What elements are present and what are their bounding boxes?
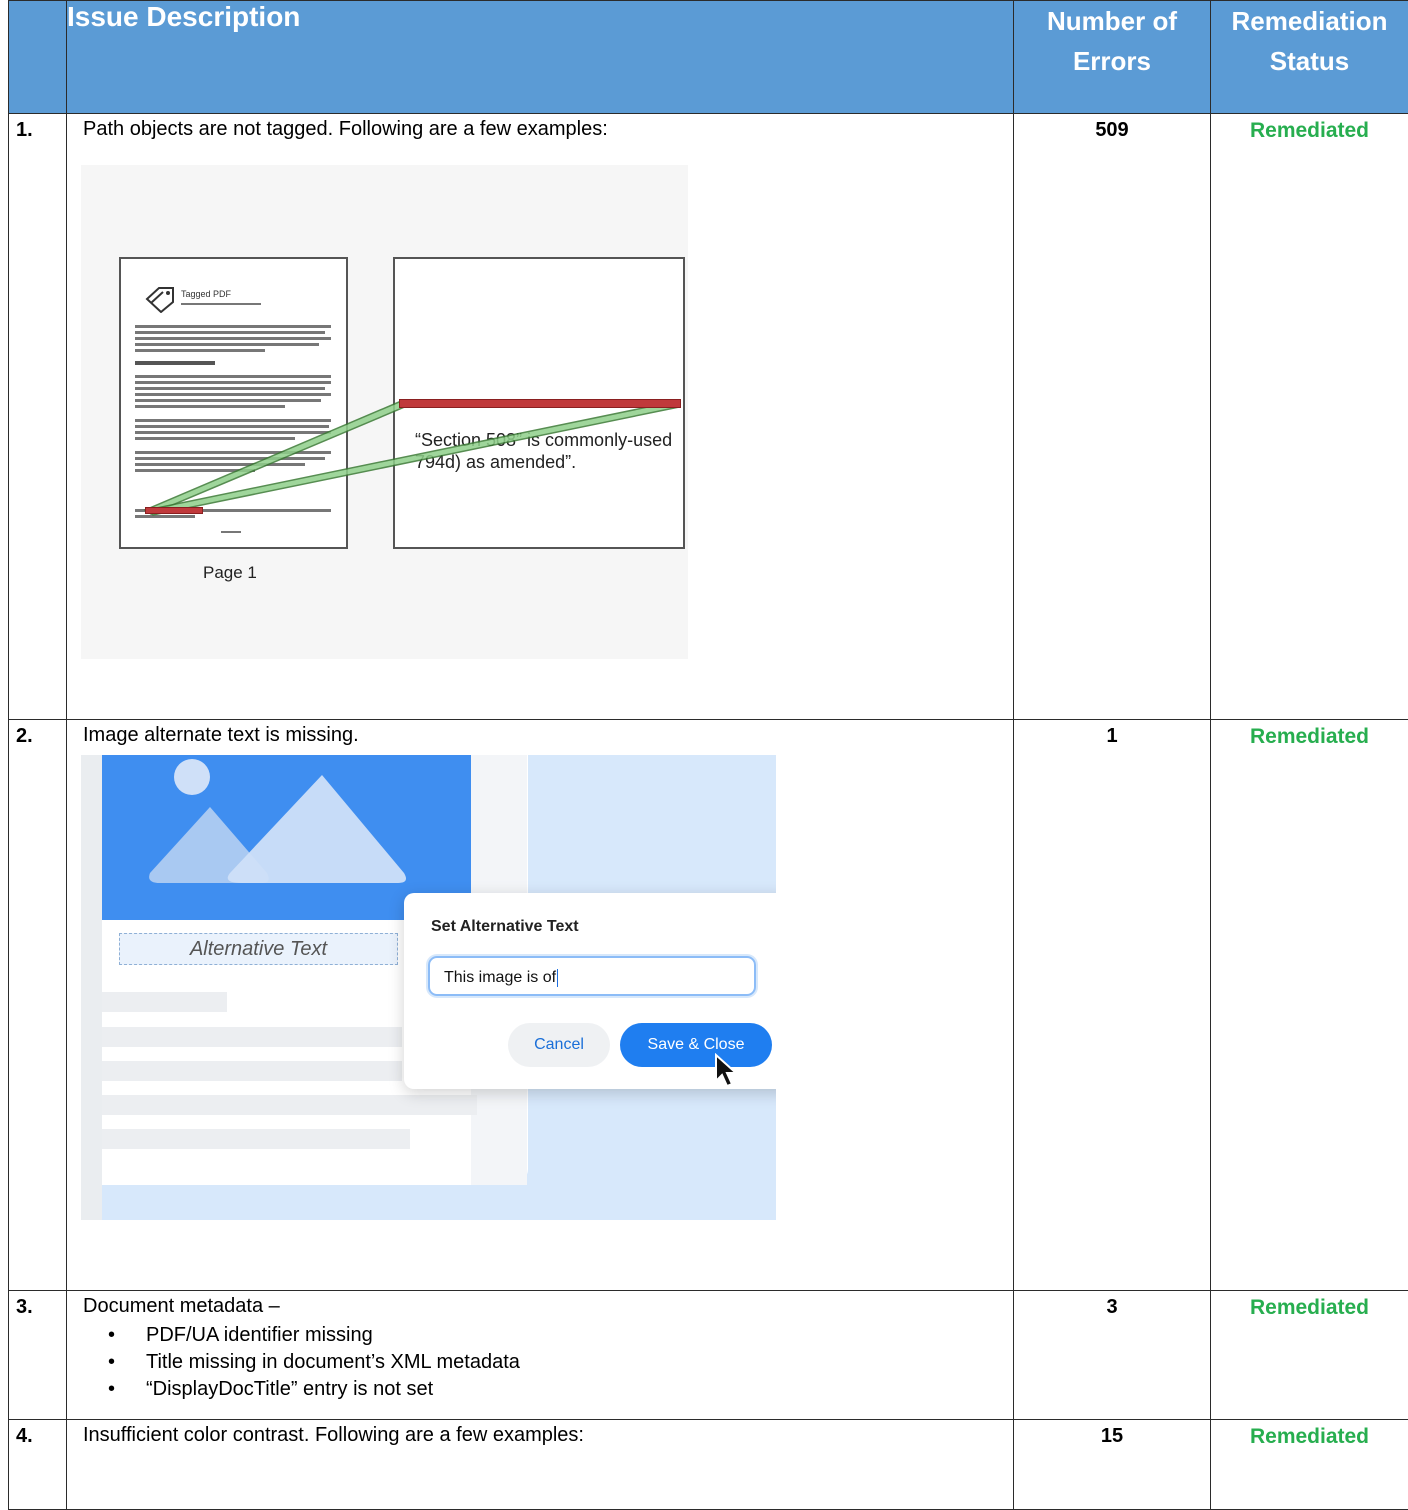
row-number: 3.: [9, 1291, 67, 1420]
highlighted-path-thumbnail: [145, 507, 203, 514]
issue-description: Image alternate text is missing.: [83, 724, 1013, 747]
issue-description: Path objects are not tagged. Following a…: [83, 118, 1013, 141]
path-highlight-connectors: [81, 165, 688, 659]
header-row: Issue Description Number of Errors Remed…: [9, 1, 1408, 114]
error-count: 3: [1014, 1291, 1211, 1420]
editor-sidebar: [81, 755, 102, 1220]
header-issue-description: Issue Description: [67, 1, 1014, 114]
path-objects-example-image: Tagged PDF: [81, 165, 688, 659]
alternative-text-label: Alternative Text: [119, 933, 398, 965]
text-caret: [557, 969, 558, 987]
placeholder-line: [102, 1061, 402, 1081]
issue-cell: Path objects are not tagged. Following a…: [67, 114, 1014, 720]
row-number: 2.: [9, 720, 67, 1291]
issues-table: Issue Description Number of Errors Remed…: [8, 0, 1408, 1510]
header-count-line2: Errors: [1014, 41, 1210, 81]
table-row: 1. Path objects are not tagged. Followin…: [9, 114, 1408, 720]
error-count: 15: [1014, 1420, 1211, 1510]
alt-text-input[interactable]: This image is of: [428, 956, 756, 996]
dialog-title: Set Alternative Text: [431, 918, 579, 936]
list-item: Title missing in document’s XML metadata: [146, 1349, 1013, 1376]
issue-description: Insufficient color contrast. Following a…: [83, 1424, 1013, 1447]
remediation-status: Remediated: [1211, 720, 1408, 1291]
alt-text-example-image: Alternative Text Set Alternative Text Th…: [81, 755, 776, 1220]
page-label: Page 1: [203, 563, 257, 583]
alt-text-input-value: This image is of: [444, 969, 556, 986]
issue-description: Document metadata –: [83, 1295, 1013, 1318]
header-number: [9, 1, 67, 114]
save-and-close-button[interactable]: Save & Close: [620, 1023, 772, 1067]
metadata-issue-list: PDF/UA identifier missing Title missing …: [83, 1322, 1013, 1403]
list-item: PDF/UA identifier missing: [146, 1322, 1013, 1349]
row-number: 1.: [9, 114, 67, 720]
issue-cell: Image alternate text is missing. Alterna…: [67, 720, 1014, 1291]
header-remediation-status: Remediation Status: [1211, 1, 1408, 114]
placeholder-line: [102, 1095, 477, 1115]
header-status-line2: Status: [1211, 41, 1408, 81]
header-count-line1: Number of: [1014, 1, 1210, 41]
issue-cell: Document metadata – PDF/UA identifier mi…: [67, 1291, 1014, 1420]
error-count: 509: [1014, 114, 1211, 720]
table-row: 4. Insufficient color contrast. Followin…: [9, 1420, 1408, 1510]
list-item: “DisplayDocTitle” entry is not set: [146, 1376, 1013, 1403]
issue-cell: Insufficient color contrast. Following a…: [67, 1420, 1014, 1510]
placeholder-line: [102, 1129, 410, 1149]
header-number-of-errors: Number of Errors: [1014, 1, 1211, 114]
table-row: 2. Image alternate text is missing. Alte: [9, 720, 1408, 1291]
remediation-status: Remediated: [1211, 1420, 1408, 1510]
remediation-status: Remediated: [1211, 114, 1408, 720]
header-status-line1: Remediation: [1211, 1, 1408, 41]
highlighted-path-zoomed: [399, 399, 681, 408]
row-number: 4.: [9, 1420, 67, 1510]
error-count: 1: [1014, 720, 1211, 1291]
mouse-pointer-icon: [714, 1053, 740, 1089]
table-row: 3. Document metadata – PDF/UA identifier…: [9, 1291, 1408, 1420]
cancel-button[interactable]: Cancel: [508, 1023, 610, 1067]
placeholder-line: [102, 992, 227, 1012]
remediation-status: Remediated: [1211, 1291, 1408, 1420]
placeholder-line: [102, 1027, 402, 1047]
